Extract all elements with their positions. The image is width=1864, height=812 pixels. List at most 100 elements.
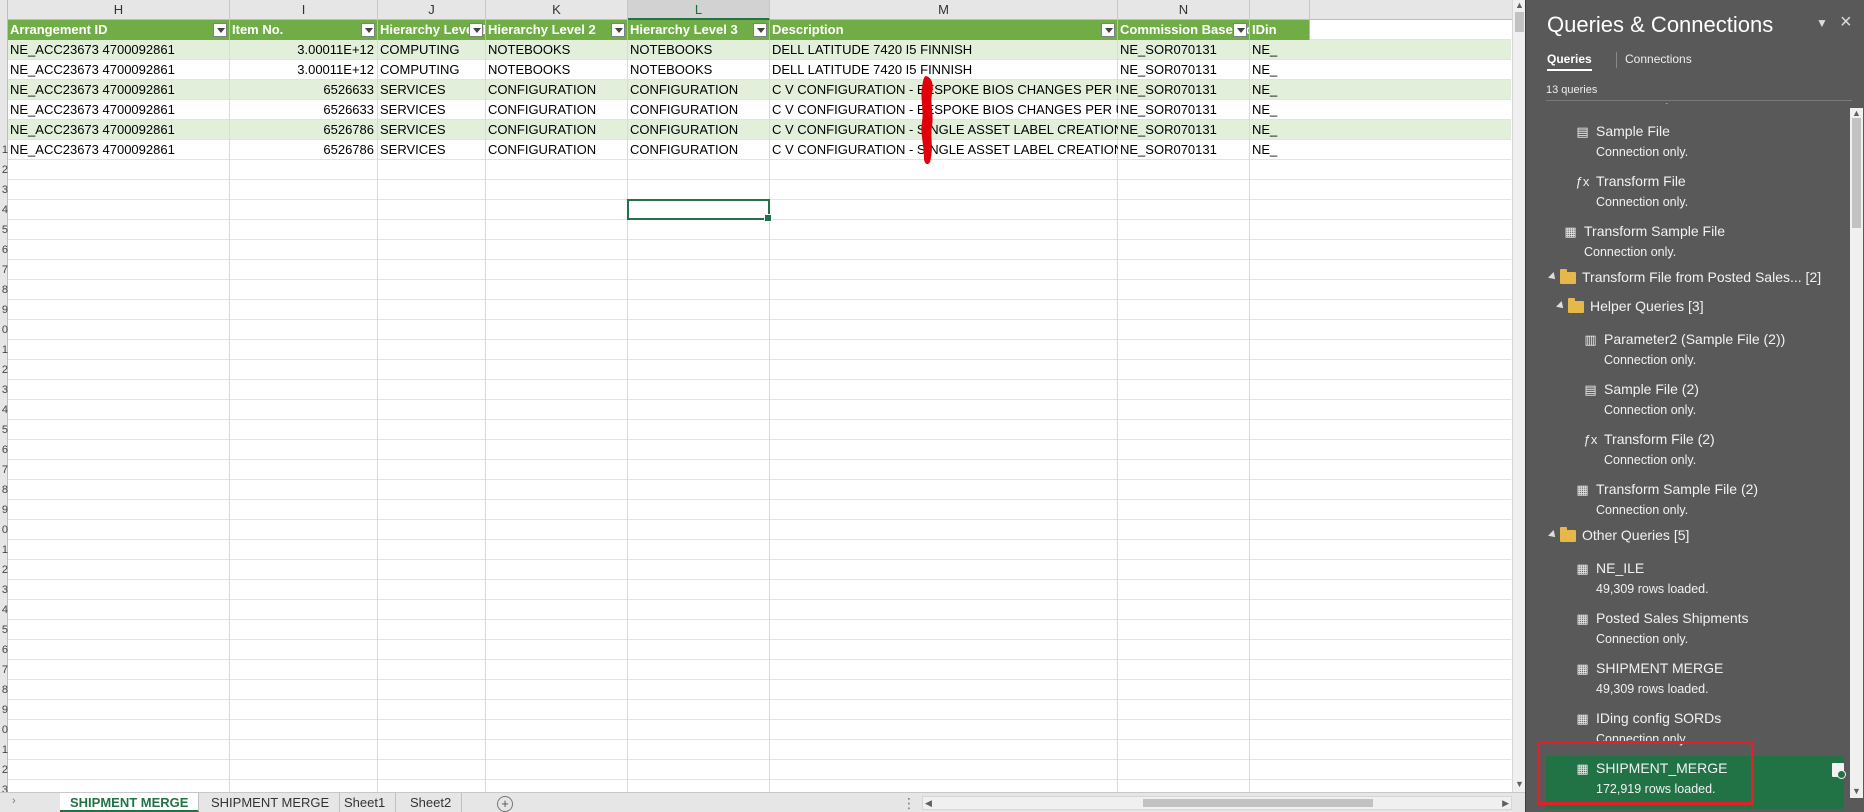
row-number[interactable]: 2	[0, 160, 8, 180]
sheet-tab[interactable]: Sheet2	[400, 793, 463, 812]
table-cell[interactable]: CONFIGURATION	[628, 120, 770, 140]
table-cell[interactable]: 3.00011E+12	[230, 40, 378, 60]
query-item[interactable]: ▤ Sample File Connection only.	[1546, 119, 1844, 167]
table-cell[interactable]: NE_ACC23673 4700092861	[8, 120, 230, 140]
column-headers[interactable]: HIJKLMN	[8, 0, 1512, 20]
pane-vertical-scrollbar[interactable]: ▲ ▼	[1850, 108, 1863, 798]
table-cell[interactable]: SERVICES	[378, 120, 486, 140]
table-cell[interactable]: CONFIGURATION	[628, 140, 770, 160]
row-number[interactable]: 5	[0, 220, 8, 240]
column-letter-H[interactable]: H	[8, 0, 230, 20]
row-number[interactable]: 5	[0, 420, 8, 440]
row-number[interactable]: 5	[0, 620, 8, 640]
pane-scroll-thumb[interactable]	[1852, 118, 1861, 228]
table-cell[interactable]: NOTEBOOKS	[486, 40, 628, 60]
tab-queries[interactable]: Queries	[1547, 52, 1592, 71]
table-cell[interactable]: NE_ACC23673 4700092861	[8, 140, 230, 160]
tab-scroll-icon[interactable]: ›	[12, 795, 16, 807]
scroll-down-arrow-icon[interactable]: ▼	[1515, 780, 1524, 789]
row-number[interactable]: 6	[0, 240, 8, 260]
query-group[interactable]: Transform File from Posted Sales... [2]	[1546, 269, 1844, 297]
hscroll-thumb[interactable]	[1143, 799, 1373, 807]
sheet-tab[interactable]: Sheet1	[334, 793, 397, 812]
query-item[interactable]: ƒx Transform File (2) Connection only.	[1546, 427, 1844, 475]
column-letter-I[interactable]: I	[230, 0, 378, 20]
table-cell[interactable]: NE_SOR070131	[1118, 40, 1250, 60]
table-cell[interactable]: COMPUTING	[378, 40, 486, 60]
table-cell[interactable]: NE_SOR070131	[1118, 120, 1250, 140]
row-number[interactable]: 1	[0, 140, 8, 160]
query-group[interactable]: Helper Queries [3]	[1546, 298, 1844, 326]
table-header-cell[interactable]: Description	[770, 20, 1118, 40]
table-cell[interactable]: 6526633	[230, 80, 378, 100]
table-cell[interactable]: CONFIGURATION	[628, 80, 770, 100]
column-letter-L[interactable]: L	[628, 0, 770, 20]
query-item[interactable]: ▦ Posted Sales Shipments Connection only.	[1546, 606, 1844, 654]
table-cell[interactable]: NE_SOR070131	[1118, 140, 1250, 160]
table-cell[interactable]: NOTEBOOKS	[486, 60, 628, 80]
filter-dropdown-icon[interactable]	[213, 23, 227, 37]
collapse-triangle-icon[interactable]	[1556, 301, 1566, 311]
table-cell[interactable]: NOTEBOOKS	[628, 60, 770, 80]
row-number[interactable]: 9	[0, 700, 8, 720]
row-number[interactable]: 0	[0, 720, 8, 740]
table-cell[interactable]: NE_	[1250, 120, 1310, 140]
table-cell[interactable]: C V CONFIGURATION - SINGLE ASSET LABEL C…	[770, 120, 1118, 140]
row-number[interactable]: 2	[0, 560, 8, 580]
filter-dropdown-icon[interactable]	[611, 23, 625, 37]
collapse-triangle-icon[interactable]	[1548, 272, 1558, 282]
table-cell[interactable]: CONFIGURATION	[486, 120, 628, 140]
row-number[interactable]: 9	[0, 300, 8, 320]
query-item[interactable]: ▦ Transform Sample File (2) Connection onl…	[1546, 477, 1844, 525]
table-cell[interactable]: NE_ACC23673 4700092861	[8, 40, 230, 60]
table-header-cell[interactable]: Arrangement ID	[8, 20, 230, 40]
row-number[interactable]: 6	[0, 440, 8, 460]
row-number[interactable]: 3	[0, 380, 8, 400]
query-item[interactable]: ▦ SHIPMENT MERGE 49,309 rows loaded.	[1546, 656, 1844, 704]
table-cell[interactable]: CONFIGURATION	[486, 100, 628, 120]
table-cell[interactable]: C V CONFIGURATION - BESPOKE BIOS CHANGES…	[770, 80, 1118, 100]
row-number[interactable]: 7	[0, 460, 8, 480]
table-cell[interactable]: 6526786	[230, 120, 378, 140]
table-cell[interactable]: NE_SOR070131	[1118, 80, 1250, 100]
sheet-vertical-scrollbar[interactable]: ▲ ▼	[1512, 0, 1525, 792]
table-header-cell[interactable]: Commission Base No.	[1118, 20, 1250, 40]
table-cell[interactable]: C V CONFIGURATION - SINGLE ASSET LABEL C…	[770, 140, 1118, 160]
table-cell[interactable]: NE_ACC23673 4700092861	[8, 100, 230, 120]
table-cell[interactable]: NE_	[1250, 140, 1310, 160]
pane-options-chevron-icon[interactable]: ▼	[1816, 16, 1828, 30]
row-number[interactable]: 4	[0, 600, 8, 620]
table-cell[interactable]: NE_	[1250, 60, 1310, 80]
scroll-thumb[interactable]	[1515, 12, 1524, 32]
table-header-cell[interactable]: IDin	[1250, 20, 1310, 40]
query-item[interactable]: ▦ NE_ILE 49,309 rows loaded.	[1546, 556, 1844, 604]
tab-split-handle-icon[interactable]: ⋮	[902, 795, 916, 812]
cell-grid[interactable]: Arrangement ID Item No. Hierarchy Level 1H…	[8, 20, 1511, 792]
query-item[interactable]: ▤ Sample File (2) Connection only.	[1546, 377, 1844, 425]
row-number[interactable]: 8	[0, 680, 8, 700]
query-item[interactable]: ▦ Transform Sample File Connection only.	[1546, 219, 1844, 267]
column-letter-next[interactable]	[1250, 0, 1310, 20]
active-cell[interactable]	[627, 199, 772, 222]
table-cell[interactable]: 6526633	[230, 100, 378, 120]
sheet-tab[interactable]: SHIPMENT MERGE	[60, 793, 200, 812]
close-icon[interactable]: ×	[1840, 11, 1852, 34]
collapse-triangle-icon[interactable]	[1548, 530, 1558, 540]
column-letter-M[interactable]: M	[770, 0, 1118, 20]
row-number[interactable]: 0	[0, 320, 8, 340]
query-item[interactable]: ƒx Transform File Connection only.	[1546, 169, 1844, 217]
pane-scroll-up-icon[interactable]: ▲	[1852, 108, 1861, 118]
filter-dropdown-icon[interactable]	[1233, 23, 1247, 37]
scroll-left-arrow-icon[interactable]: ◀	[925, 797, 932, 809]
column-letter-K[interactable]: K	[486, 0, 628, 20]
filter-dropdown-icon[interactable]	[361, 23, 375, 37]
column-letter-N[interactable]: N	[1118, 0, 1250, 20]
column-letter-J[interactable]: J	[378, 0, 486, 20]
row-number[interactable]: 8	[0, 480, 8, 500]
sheet-horizontal-scrollbar[interactable]: ◀ ▶	[922, 796, 1512, 810]
table-cell[interactable]: SERVICES	[378, 80, 486, 100]
sheet-tab[interactable]: SHIPMENT MERGE	[201, 793, 341, 812]
table-header-cell[interactable]: Hierarchy Level 3	[628, 20, 770, 40]
table-cell[interactable]: NE_SOR070131	[1118, 60, 1250, 80]
row-number[interactable]: 1	[0, 740, 8, 760]
